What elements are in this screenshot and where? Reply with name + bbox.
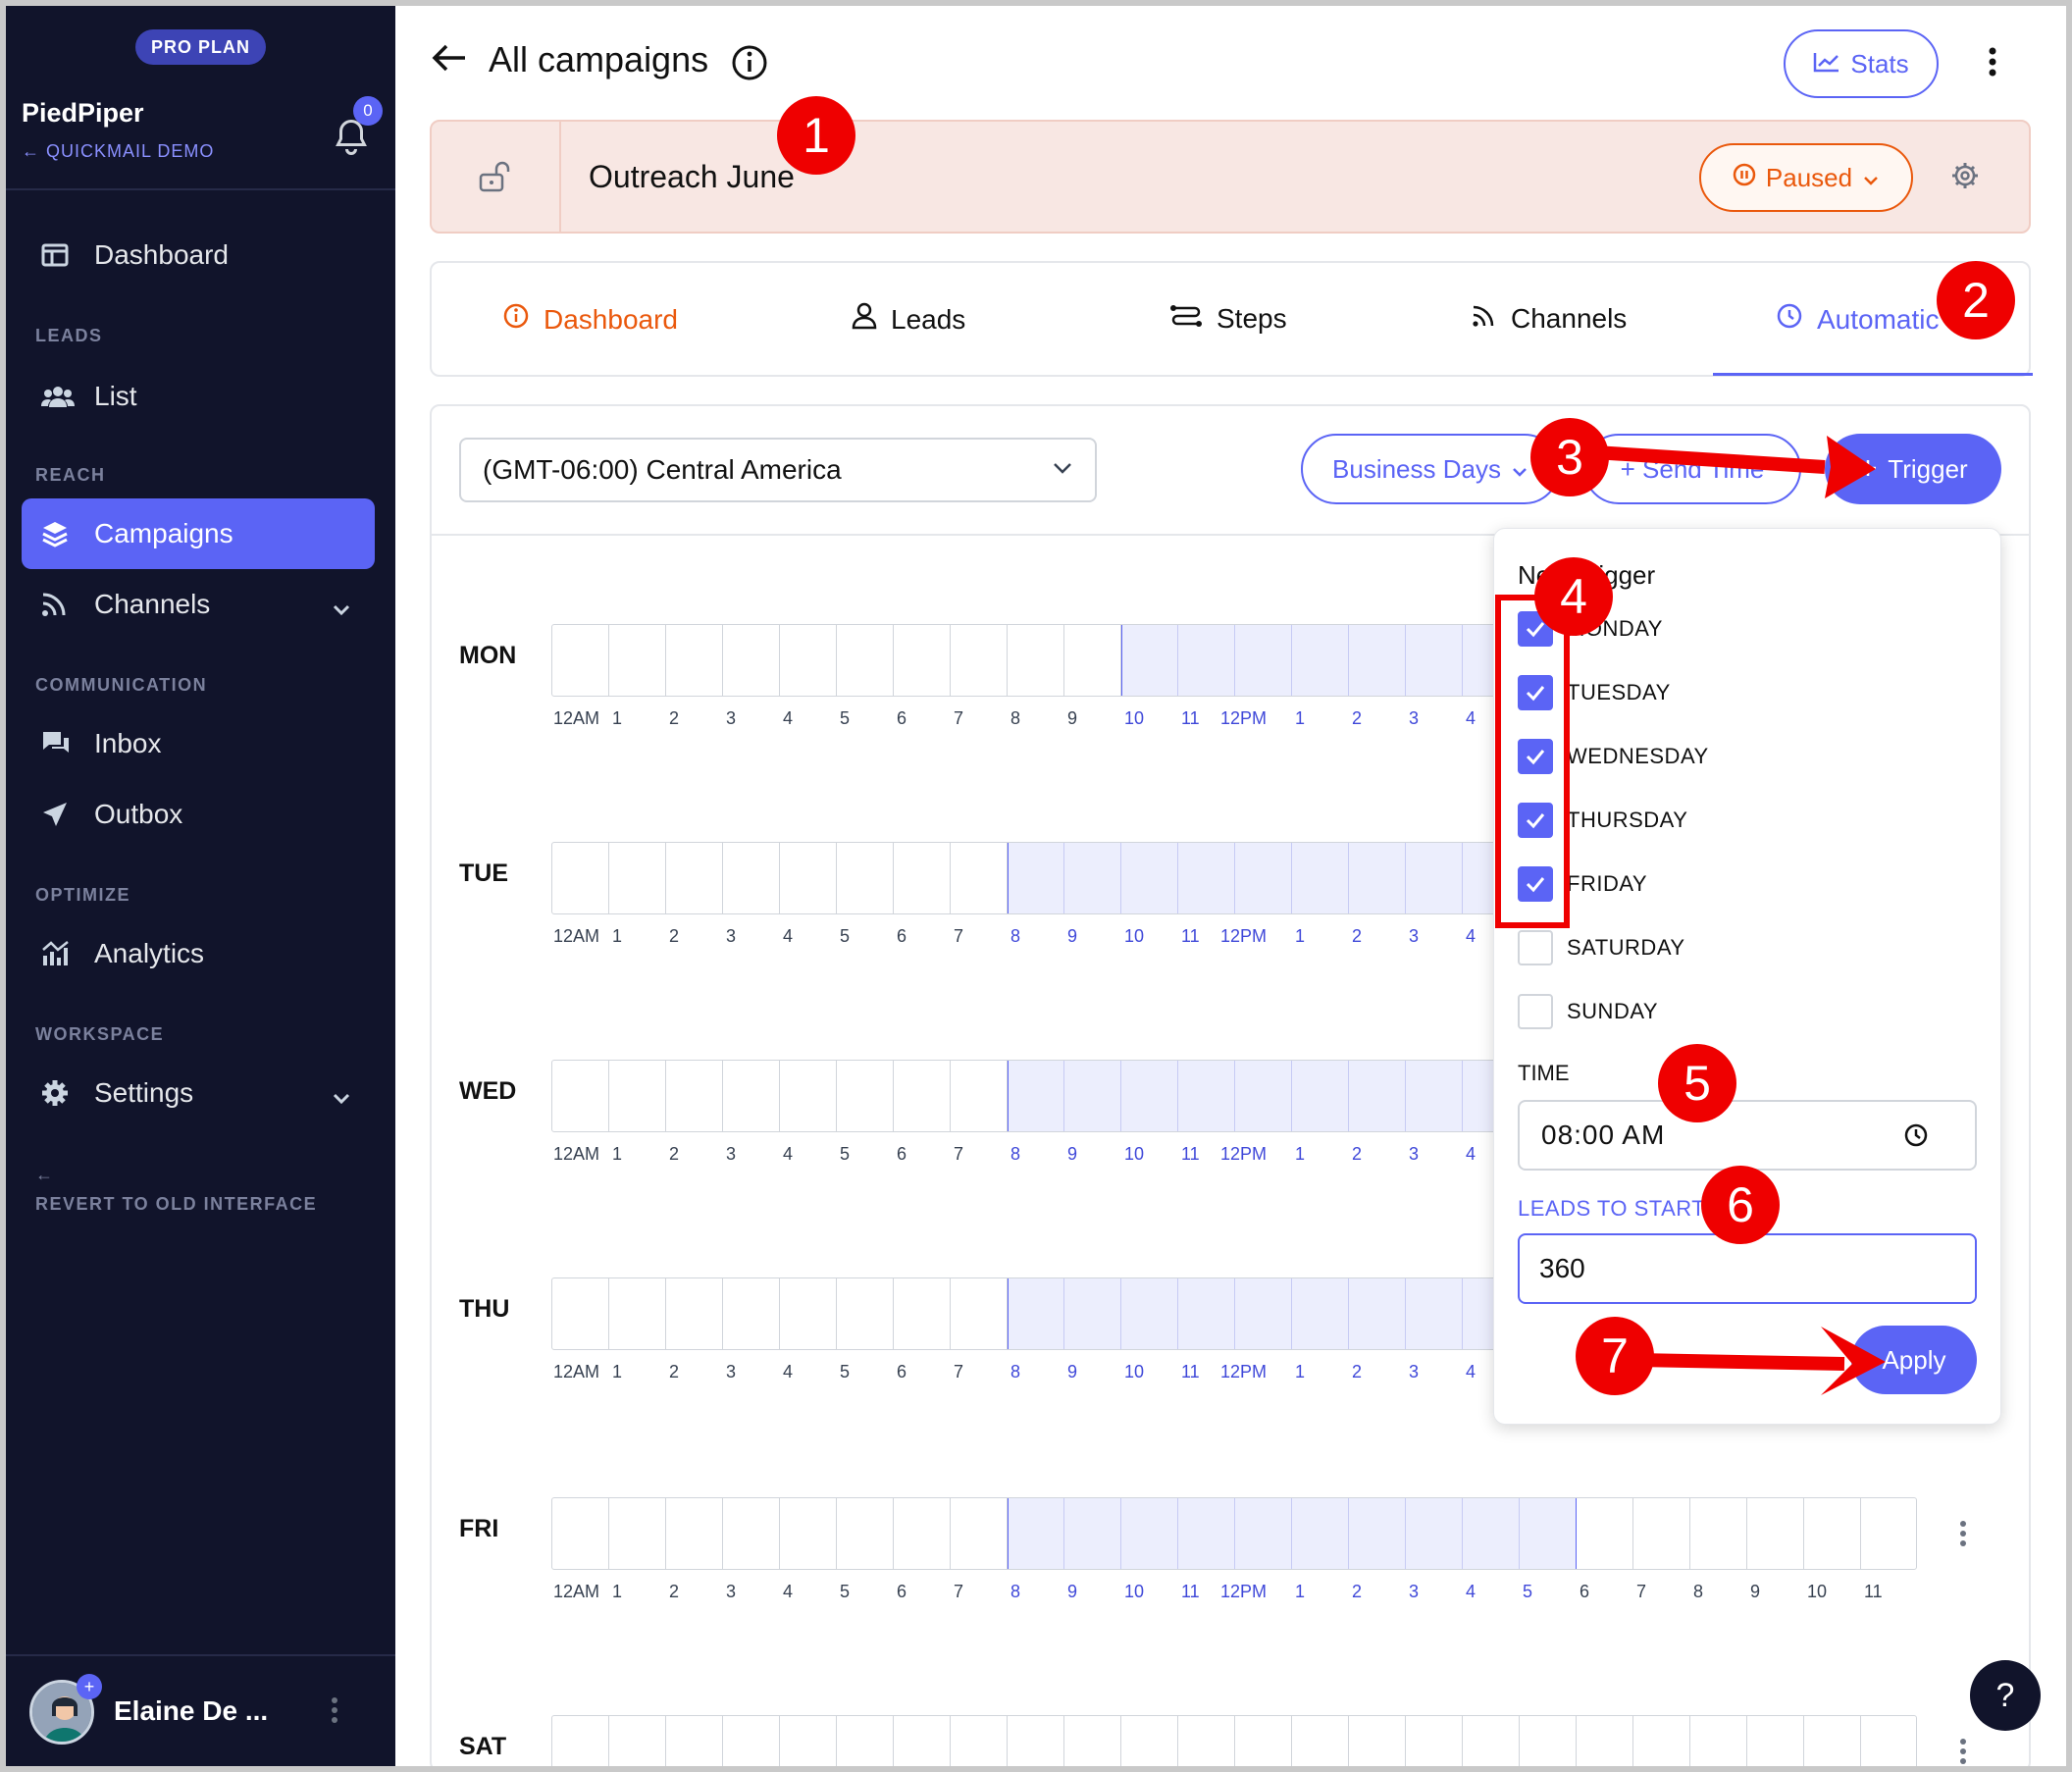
annotation-badge-5: 5 <box>1658 1044 1736 1122</box>
annotation-badge-7: 7 <box>1576 1317 1654 1395</box>
annotation-badge-6: 6 <box>1701 1166 1780 1244</box>
annotation-badge-4: 4 <box>1534 557 1613 636</box>
annotation-badge-2: 2 <box>1937 261 2015 339</box>
annotation-badge-1: 1 <box>777 96 855 175</box>
annotation-arrows <box>1579 436 1886 1395</box>
annotation-badge-3: 3 <box>1530 418 1609 496</box>
highlight-box <box>1495 595 1570 928</box>
